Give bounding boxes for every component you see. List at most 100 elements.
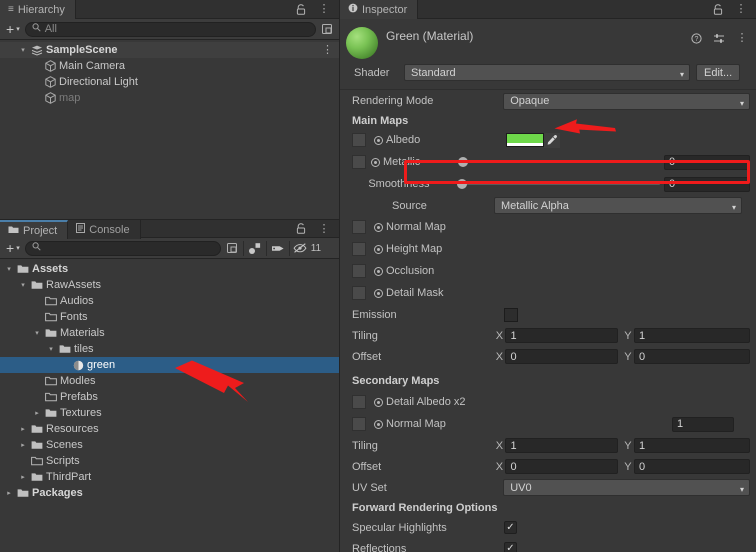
occlusion-toggle-icon[interactable] (374, 266, 383, 276)
metallic-slider[interactable] (457, 155, 661, 169)
project-search-input[interactable] (24, 240, 221, 256)
lock-icon[interactable] (710, 1, 726, 17)
kebab-menu-icon[interactable]: ⋮ (316, 1, 332, 17)
chevron-down-icon[interactable]: ▾ (18, 46, 28, 54)
detail-mask-toggle-icon[interactable] (374, 288, 383, 298)
detail-mask-texture-slot[interactable] (352, 286, 366, 300)
project-item-audios[interactable]: ▸ Audios (0, 293, 339, 309)
main-offset-x-field[interactable]: 0 (505, 349, 619, 364)
smoothness-value-field[interactable]: 0 (664, 176, 750, 192)
project-item-prefabs[interactable]: ▸ Prefabs (0, 389, 339, 405)
kebab-menu-icon[interactable]: ⋮ (733, 1, 749, 17)
detail-albedo-texture-slot[interactable] (352, 395, 366, 409)
lock-icon[interactable] (293, 1, 309, 17)
shader-edit-button[interactable]: Edit... (696, 64, 741, 81)
uv-set-dropdown[interactable]: UV0 ▾ (503, 479, 750, 496)
hierarchy-add-button[interactable]: + ▾ (4, 21, 22, 37)
smoothness-slider[interactable] (457, 177, 661, 191)
tree-spacer: ▸ (32, 313, 42, 321)
eyedropper-icon[interactable] (544, 132, 560, 148)
project-item-tiles[interactable]: ▾ tiles (0, 341, 339, 357)
project-item-packages[interactable]: ▸ Packages (0, 485, 339, 501)
hierarchy-item-main-camera[interactable]: ▸ Main Camera (0, 58, 339, 74)
tree-spacer: ▸ (32, 297, 42, 305)
project-item-green[interactable]: ▸ green (0, 357, 339, 373)
chevron-down-icon[interactable]: ▾ (32, 329, 42, 337)
secondary-tiling-y-field[interactable]: 1 (634, 438, 751, 453)
source-value: Metallic Alpha (501, 199, 569, 212)
normal-map-toggle-icon[interactable] (374, 222, 383, 232)
open-in-window-icon[interactable] (319, 21, 335, 37)
project-add-button[interactable]: + ▾ (4, 240, 22, 256)
secondary-normal-value-field[interactable]: 1 (672, 416, 734, 432)
project-item-resources[interactable]: ▸ Resources (0, 421, 339, 437)
project-item-materials[interactable]: ▾ Materials (0, 325, 339, 341)
hierarchy-item-directional-light[interactable]: ▸ Directional Light (0, 74, 339, 90)
albedo-toggle-icon[interactable] (374, 135, 383, 145)
open-in-window-icon[interactable] (224, 240, 240, 256)
height-map-texture-slot[interactable] (352, 242, 366, 256)
chevron-right-icon[interactable]: ▸ (18, 473, 28, 481)
kebab-menu-icon[interactable]: ⋮ (316, 221, 332, 237)
metallic-slider-knob[interactable] (457, 157, 468, 167)
asset-type-filter-icon[interactable] (247, 240, 263, 256)
hierarchy-search-input[interactable]: All (24, 21, 316, 37)
tab-console[interactable]: Console (68, 220, 141, 239)
secondary-normal-toggle-icon[interactable] (374, 419, 383, 429)
hierarchy-item-map[interactable]: ▸ map (0, 90, 339, 106)
project-item-scripts[interactable]: ▸ Scripts (0, 453, 339, 469)
hierarchy-item-samplescene[interactable]: ▾ SampleScene ⋮ (0, 42, 339, 58)
chevron-right-icon[interactable]: ▸ (18, 441, 28, 449)
shader-dropdown[interactable]: Standard ▾ (404, 64, 690, 81)
secondary-tiling-x-field[interactable]: 1 (505, 438, 619, 453)
project-item-scenes[interactable]: ▸ Scenes (0, 437, 339, 453)
forward-rendering-title: Forward Rendering Options (352, 501, 498, 514)
emission-row: Emission (340, 304, 750, 325)
normal-map-texture-slot[interactable] (352, 220, 366, 234)
preset-icon[interactable] (711, 30, 727, 46)
project-item-modles[interactable]: ▸ Modles (0, 373, 339, 389)
kebab-menu-icon[interactable]: ⋮ (322, 43, 333, 56)
project-item-rawassets[interactable]: ▾ RawAssets (0, 277, 339, 293)
albedo-texture-slot[interactable] (352, 133, 366, 147)
tab-hierarchy[interactable]: ≡ Hierarchy (0, 0, 76, 19)
emission-checkbox[interactable] (504, 307, 518, 322)
source-dropdown[interactable]: Metallic Alpha ▾ (494, 197, 742, 214)
secondary-offset-y-field[interactable]: 0 (634, 459, 751, 474)
albedo-color-swatch[interactable] (506, 133, 544, 147)
kebab-menu-icon[interactable]: ⋮ (734, 30, 750, 46)
secondary-offset-x-field[interactable]: 0 (505, 459, 619, 474)
lock-icon[interactable] (293, 221, 309, 237)
secondary-normal-label: Normal Map (386, 418, 446, 430)
detail-albedo-toggle-icon[interactable] (374, 397, 383, 407)
chevron-down-icon[interactable]: ▾ (4, 265, 14, 273)
tab-inspector[interactable]: Inspector (340, 0, 419, 19)
project-item-textures[interactable]: ▸ Textures (0, 405, 339, 421)
label-filter-icon[interactable] (270, 240, 286, 256)
chevron-right-icon[interactable]: ▸ (32, 409, 42, 417)
metallic-toggle-icon[interactable] (371, 157, 380, 167)
occlusion-texture-slot[interactable] (352, 264, 366, 278)
reflections-checkbox[interactable]: ✓ (504, 542, 517, 552)
project-item-assets[interactable]: ▾ Assets (0, 261, 339, 277)
project-item-fonts[interactable]: ▸ Fonts (0, 309, 339, 325)
project-item-thirdpart[interactable]: ▸ ThirdPart (0, 469, 339, 485)
smoothness-slider-knob[interactable] (457, 179, 468, 189)
rendering-mode-dropdown[interactable]: Opaque ▾ (503, 92, 750, 110)
main-tiling-y-field[interactable]: 1 (634, 328, 751, 343)
main-tiling-x-field[interactable]: 1 (505, 328, 619, 343)
main-tiling-x-value: 1 (510, 329, 517, 342)
height-map-toggle-icon[interactable] (374, 244, 383, 254)
tab-project[interactable]: Project (0, 220, 69, 239)
eye-slash-icon[interactable] (293, 240, 307, 256)
chevron-right-icon[interactable]: ▸ (4, 489, 14, 497)
metallic-texture-slot[interactable] (352, 155, 366, 169)
chevron-down-icon[interactable]: ▾ (46, 345, 56, 353)
help-icon[interactable]: ? (688, 30, 704, 46)
metallic-value-field[interactable]: 0 (664, 154, 751, 170)
chevron-right-icon[interactable]: ▸ (18, 425, 28, 433)
chevron-down-icon[interactable]: ▾ (18, 281, 28, 289)
secondary-normal-texture-slot[interactable] (352, 417, 366, 431)
specular-highlights-checkbox[interactable]: ✓ (504, 521, 517, 534)
main-offset-y-field[interactable]: 0 (634, 349, 751, 364)
